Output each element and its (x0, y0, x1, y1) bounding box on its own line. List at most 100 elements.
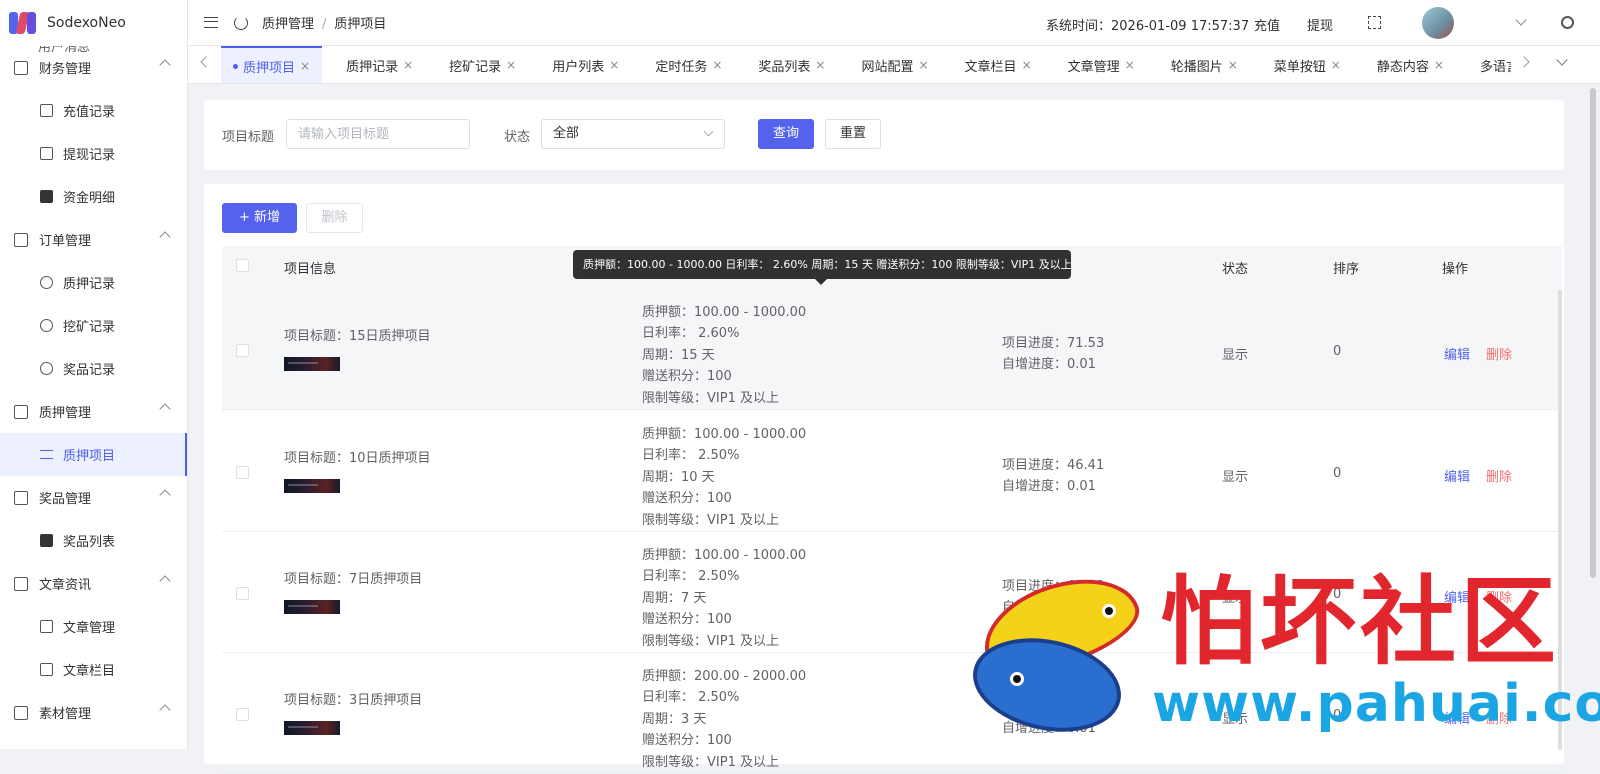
reset-button[interactable]: 重置 (825, 119, 881, 149)
level-limit: 限制等级：VIP1 及以上 (642, 390, 779, 406)
menu-toggle-icon[interactable] (204, 17, 218, 28)
tab-10[interactable]: 菜单按钮 × (1262, 46, 1353, 83)
tabs-more-icon[interactable] (1556, 54, 1568, 66)
close-icon[interactable]: × (403, 58, 413, 72)
withdraw-link[interactable]: 提现 (1307, 15, 1333, 34)
tab-label: 网站配置 (861, 59, 914, 75)
level-limit: 限制等级：VIP1 及以上 (642, 754, 779, 770)
edit-button[interactable]: 编辑 (1444, 344, 1470, 363)
sidebar-item-prize-records[interactable]: 奖品记录 (0, 347, 187, 390)
status-filter-select[interactable]: 全部 (541, 119, 725, 149)
close-icon[interactable]: × (1434, 58, 1444, 72)
active-dot-icon (233, 63, 238, 69)
batch-delete-button[interactable]: 删除 (306, 203, 363, 233)
sidebar-item-pledge-projects[interactable]: 质押项目 (0, 433, 187, 476)
app-logo[interactable]: SodexoNeo (0, 0, 187, 46)
refresh-icon[interactable] (234, 15, 248, 30)
select-all-checkbox[interactable] (236, 259, 249, 272)
sidebar-item-article-manage[interactable]: 文章管理 (0, 605, 187, 648)
image-icon (14, 705, 28, 720)
sidebar-group-prizes[interactable]: 奖品管理 (0, 476, 187, 519)
close-icon[interactable]: × (1125, 58, 1135, 72)
edit-button[interactable]: 编辑 (1444, 466, 1470, 485)
sidebar-item-mining-records[interactable]: 挖矿记录 (0, 304, 187, 347)
close-icon[interactable]: × (300, 59, 310, 73)
sidebar-group-finance[interactable]: 财务管理 (0, 46, 187, 89)
avatar[interactable] (1422, 7, 1454, 39)
row-checkbox[interactable] (236, 587, 249, 600)
gear-icon[interactable] (1561, 16, 1574, 29)
close-icon[interactable]: × (506, 58, 516, 72)
close-icon[interactable]: × (1022, 58, 1032, 72)
breadcrumb-item[interactable]: 质押管理 (262, 17, 314, 32)
tab-12[interactable]: 多语言配置× (1468, 46, 1511, 83)
close-icon[interactable]: × (815, 58, 825, 72)
title-filter-input[interactable] (286, 119, 470, 149)
row-checkbox[interactable] (236, 344, 249, 357)
add-button-label: 新增 (254, 210, 281, 225)
delete-button[interactable]: 删除 (1486, 344, 1512, 363)
close-icon[interactable]: × (918, 58, 928, 72)
project-thumbnail[interactable] (284, 600, 340, 614)
chevron-up-icon (159, 575, 171, 587)
chevron-down-icon[interactable] (1515, 14, 1527, 26)
level-limit: 限制等级：VIP1 及以上 (642, 633, 779, 649)
page-scrollbar[interactable] (1590, 88, 1596, 578)
bonus-points: 赠送积分：100 (642, 612, 732, 628)
tabs-next-icon[interactable] (1518, 56, 1530, 68)
chevron-up-icon (159, 403, 171, 415)
chat-icon (40, 620, 53, 633)
recharge-link[interactable]: 充值 (1254, 15, 1280, 34)
sidebar-item-fund-details[interactable]: 资金明细 (0, 175, 187, 218)
tab-2[interactable]: 挖矿记录 × (437, 46, 528, 83)
sidebar-item-recharge-records[interactable]: 充值记录 (0, 89, 187, 132)
sidebar-item-withdraw-records[interactable]: 提现记录 (0, 132, 187, 175)
tab-0[interactable]: 质押项目 × (221, 46, 323, 83)
tabs-list: 质押项目 × 质押记录 × 挖矿记录 × 用户列表 × 定时任务 × 奖品列表 × 网站配置 × 文章栏目 ×… (221, 46, 1511, 83)
sidebar-group-articles[interactable]: 文章资讯 (0, 562, 187, 605)
project-thumbnail[interactable] (284, 479, 340, 493)
sort-cell: 0 (1333, 466, 1342, 481)
row-checkbox[interactable] (236, 466, 249, 479)
tabs-prev-icon[interactable] (200, 56, 212, 68)
sidebar-group-label: 质押管理 (39, 406, 92, 421)
close-icon[interactable]: × (1331, 58, 1341, 72)
tab-label: 菜单按钮 (1273, 59, 1326, 75)
list-icon (40, 450, 53, 459)
status-cell: 显示 (1222, 348, 1249, 363)
clock-icon (40, 276, 53, 289)
tab-6[interactable]: 网站配置 × (849, 46, 940, 83)
tab-9[interactable]: 轮播图片 × (1159, 46, 1250, 83)
status-cell: 显示 (1222, 470, 1249, 485)
fullscreen-icon[interactable] (1368, 16, 1381, 29)
tab-1[interactable]: 质押记录 × (334, 46, 425, 83)
close-icon[interactable]: × (609, 58, 619, 72)
delete-button[interactable]: 删除 (1486, 466, 1512, 485)
sidebar-item-prize-list[interactable]: 奖品列表 (0, 519, 187, 562)
sidebar-item-article-columns[interactable]: 文章栏目 (0, 648, 187, 691)
query-button[interactable]: 查询 (758, 119, 814, 149)
sidebar-group-materials[interactable]: 素材管理 (0, 691, 187, 734)
row-checkbox[interactable] (236, 708, 249, 721)
sidebar-item-label: 提现记录 (63, 148, 116, 163)
project-thumbnail[interactable] (284, 357, 340, 371)
sidebar-group-orders[interactable]: 订单管理 (0, 218, 187, 261)
watermark-url: www.pahuai.com (1152, 674, 1600, 734)
close-icon[interactable]: × (712, 58, 722, 72)
tab-4[interactable]: 定时任务 × (643, 46, 734, 83)
column-header-ops: 操作 (1442, 262, 1469, 277)
sidebar-group-pledge[interactable]: 质押管理 (0, 390, 187, 433)
add-button[interactable]: + 新增 (222, 203, 297, 233)
tab-7[interactable]: 文章栏目 × (953, 46, 1044, 83)
tab-label: 文章栏目 (964, 59, 1017, 75)
project-thumbnail[interactable] (284, 721, 340, 735)
tab-5[interactable]: 奖品列表 × (746, 46, 837, 83)
close-icon[interactable]: × (1228, 58, 1238, 72)
daily-rate: 日利率： 2.60% (642, 326, 740, 342)
pledge-amount: 质押额：100.00 - 1000.00 (642, 427, 807, 442)
sidebar-item-pledge-records[interactable]: 质押记录 (0, 261, 187, 304)
tab-3[interactable]: 用户列表 × (540, 46, 631, 83)
tab-8[interactable]: 文章管理 × (1056, 46, 1147, 83)
tab-11[interactable]: 静态内容 × (1365, 46, 1456, 83)
period: 周期：15 天 (642, 347, 715, 363)
